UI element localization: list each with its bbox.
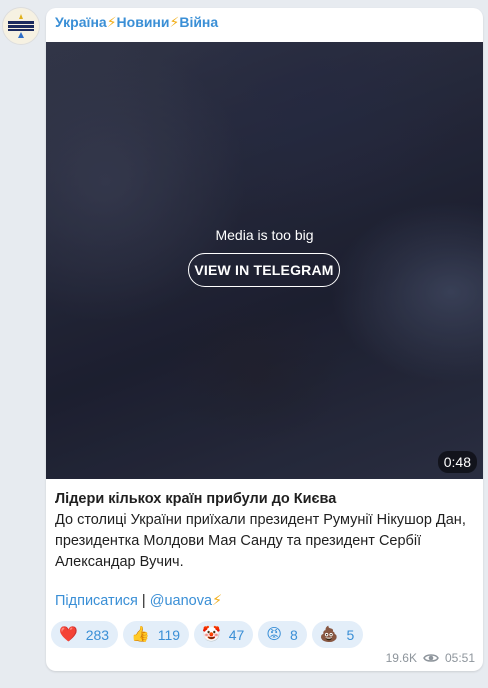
eye-icon — [423, 654, 439, 662]
channel-handle-link[interactable]: @uanova — [150, 593, 212, 609]
heart-icon: ❤️ — [59, 626, 78, 643]
channel-logo-icon — [3, 8, 39, 44]
post-title: Лідери кількох країн прибули до Києва — [55, 491, 337, 507]
post-text: Лідери кількох країн прибули до Києва До… — [55, 489, 475, 573]
video-preview[interactable]: Media is too big VIEW IN TELEGRAM 0:48 — [46, 42, 483, 479]
angry-face-icon: 😡 — [266, 626, 282, 643]
reaction-heart[interactable]: ❤️ 283 — [51, 621, 119, 648]
channel-name-part1: Україна — [55, 14, 107, 30]
reaction-count: 8 — [289, 626, 298, 643]
reaction-count: 283 — [85, 626, 110, 643]
channel-name-part3: Війна — [179, 14, 219, 30]
channel-name-part2: Новини — [116, 14, 170, 30]
reaction-count: 5 — [346, 626, 355, 643]
post-links: Підписатися | @uanova⚡ — [55, 593, 222, 609]
lightning-icon: ⚡ — [169, 14, 180, 30]
message-meta: 19.6K 05:51 — [386, 651, 475, 665]
lightning-icon: ⚡ — [212, 593, 223, 609]
reactions-bar: ❤️ 283 👍 119 🤡 47 😡 8 💩 5 — [51, 621, 364, 648]
view-in-telegram-button[interactable]: VIEW IN TELEGRAM — [188, 253, 340, 287]
thumbs-up-icon: 👍 — [131, 626, 150, 643]
views-count: 19.6K — [385, 651, 417, 665]
post-time: 05:51 — [444, 651, 475, 665]
post-body: До столиці України приїхали президент Ру… — [55, 512, 466, 570]
reaction-poop[interactable]: 💩 5 — [311, 621, 364, 648]
subscribe-link[interactable]: Підписатися — [55, 593, 138, 609]
reaction-thumbs-up[interactable]: 👍 119 — [123, 621, 190, 648]
links-divider: | — [137, 593, 150, 609]
lightning-icon: ⚡ — [106, 14, 117, 30]
video-duration-badge: 0:48 — [437, 451, 477, 473]
reaction-clown[interactable]: 🤡 47 — [194, 621, 254, 648]
channel-name-link[interactable]: Україна⚡Новини⚡Війна — [55, 14, 218, 31]
reaction-count: 119 — [157, 626, 181, 643]
reaction-angry[interactable]: 😡 8 — [258, 621, 307, 648]
clown-icon: 🤡 — [202, 626, 221, 643]
poop-icon: 💩 — [319, 626, 339, 643]
media-too-big-text: Media is too big — [215, 227, 314, 243]
reaction-count: 47 — [228, 626, 245, 643]
message-bubble: Україна⚡Новини⚡Війна Media is too big VI… — [46, 8, 483, 671]
channel-avatar[interactable] — [2, 7, 40, 45]
